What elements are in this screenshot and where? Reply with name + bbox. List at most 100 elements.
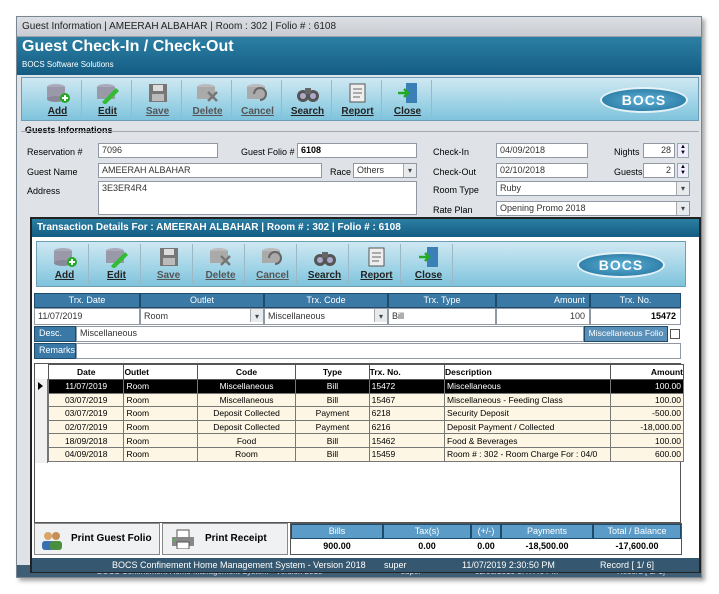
rate-plan-select[interactable]: Opening Promo 2018 xyxy=(496,201,690,216)
delete-button[interactable]: Delete xyxy=(184,80,232,120)
guest-name-label: Guest Name xyxy=(27,167,78,177)
cell-date: 04/09/2018 xyxy=(47,446,125,462)
table-row[interactable]: 04/09/2018 Room Room Bill 15459 Room # :… xyxy=(47,446,685,462)
checkin-field[interactable]: 04/09/2018 xyxy=(496,143,588,158)
trx-edit-button[interactable]: Edit xyxy=(93,244,141,284)
guests-spinner[interactable]: ▲ ▼ xyxy=(677,163,689,178)
trx-delete-label: Delete xyxy=(205,270,236,281)
trx-close-button[interactable]: Close xyxy=(405,244,453,284)
guests-info-title: Guests Informations xyxy=(25,125,113,135)
remarks-field[interactable] xyxy=(76,343,681,359)
trx-add-button[interactable]: Add xyxy=(41,244,89,284)
nights-spinner[interactable]: ▲ ▼ xyxy=(677,143,689,158)
binoculars-icon xyxy=(296,82,320,104)
cell-date: 11/07/2019 xyxy=(47,379,125,394)
trx-no-field[interactable]: 15472 xyxy=(590,308,681,325)
bocs-logo: BOCS xyxy=(577,252,665,278)
status-record: Record [ 1/ 6] xyxy=(600,560,655,570)
grid-col-description[interactable]: Description xyxy=(444,364,611,380)
trx-date-header: Trx. Date xyxy=(34,293,140,308)
table-row[interactable]: 03/07/2019 Room Deposit Collected Paymen… xyxy=(47,406,685,421)
cell-outlet: Room xyxy=(123,446,198,462)
cell-description: Security Deposit xyxy=(444,406,611,421)
tax-header: Tax(s) xyxy=(383,524,471,539)
grid-col-outlet[interactable]: Outlet xyxy=(123,364,198,380)
transaction-dialog-title: Transaction Details For : AMEERAH ALBAHA… xyxy=(32,219,699,237)
cell-code: Miscellaneous xyxy=(196,392,297,408)
guests-count-label: Guests xyxy=(614,167,643,177)
grid-col-trxno[interactable]: Trx. No. xyxy=(368,364,446,380)
table-row[interactable]: 02/07/2019 Room Deposit Collected Paymen… xyxy=(47,419,685,435)
print-receipt-button[interactable]: Print Receipt xyxy=(162,523,288,555)
save-floppy-icon xyxy=(146,82,170,104)
guest-name-field[interactable]: AMEERAH ALBAHAR xyxy=(98,163,322,178)
grid-col-type[interactable]: Type xyxy=(295,364,370,380)
edit-button[interactable]: Edit xyxy=(84,80,132,120)
cell-outlet: Room xyxy=(123,392,198,408)
transaction-grid: Date Outlet Code Type Trx. No. Descripti… xyxy=(47,364,685,462)
trx-cancel-button[interactable]: Cancel xyxy=(249,244,297,284)
nights-field[interactable]: 28 xyxy=(643,143,675,158)
trx-form-header: Trx. Date Outlet Trx. Code Trx. Type Amo… xyxy=(34,293,681,308)
remarks-label: Remarks xyxy=(34,343,76,359)
address-field[interactable]: 3E3ER4R4 xyxy=(98,181,417,215)
trx-date-field[interactable]: 11/07/2019 xyxy=(34,308,140,325)
grid-col-code[interactable]: Code xyxy=(196,364,297,380)
rate-plan-label: Rate Plan xyxy=(433,205,473,215)
trx-save-button[interactable]: Save xyxy=(145,244,193,284)
cell-amount: -500.00 xyxy=(609,406,685,421)
race-select[interactable]: Others xyxy=(353,163,417,178)
print-guest-folio-button[interactable]: Print Guest Folio xyxy=(34,523,160,555)
table-row[interactable]: 03/07/2019 Room Miscellaneous Bill 15467… xyxy=(47,392,685,408)
payments-value: -18,500.00 xyxy=(525,541,569,551)
cell-code: Deposit Collected xyxy=(196,406,297,421)
dialog-status-bar: BOCS Confinement Home Management System … xyxy=(32,558,699,572)
save-button[interactable]: Save xyxy=(134,80,182,120)
guest-checkin-window: Guest Information | AMEERAH ALBAHAR | Ro… xyxy=(16,16,702,578)
cell-description: Food & Beverages xyxy=(444,433,611,448)
save-floppy-icon xyxy=(157,246,181,268)
search-button[interactable]: Search xyxy=(284,80,332,120)
delete-x-icon xyxy=(196,82,220,104)
cancel-button[interactable]: Cancel xyxy=(234,80,282,120)
cell-trxno: 15472 xyxy=(368,379,446,394)
trx-search-button[interactable]: Search xyxy=(301,244,349,284)
delete-button-label: Delete xyxy=(192,106,223,117)
table-row[interactable]: 11/07/2019 Room Miscellaneous Bill 15472… xyxy=(47,379,685,394)
reservation-field[interactable]: 7096 xyxy=(98,143,218,158)
exit-door-icon xyxy=(417,246,441,268)
page-subtitle: BOCS Software Solutions xyxy=(22,60,114,69)
amount-field[interactable]: 100 xyxy=(496,308,590,325)
trx-code-header: Trx. Code xyxy=(264,293,388,308)
room-type-select[interactable]: Ruby xyxy=(496,181,690,196)
bocs-logo: BOCS xyxy=(600,87,688,113)
printer-icon xyxy=(171,529,195,550)
close-button[interactable]: Close xyxy=(384,80,432,120)
binoculars-icon xyxy=(313,246,337,268)
trx-delete-button[interactable]: Delete xyxy=(197,244,245,284)
report-button[interactable]: Report xyxy=(334,80,382,120)
add-button[interactable]: Add xyxy=(34,80,82,120)
desc-field[interactable]: Miscellaneous xyxy=(76,326,584,342)
cell-outlet: Room xyxy=(123,379,198,394)
misc-folio-checkbox[interactable] xyxy=(670,329,680,339)
guest-folio-field[interactable]: 6108 xyxy=(297,143,417,158)
outlet-header: Outlet xyxy=(140,293,264,308)
table-row[interactable]: 18/09/2018 Room Food Bill 15462 Food & B… xyxy=(47,433,685,448)
grid-col-amount[interactable]: Amount xyxy=(609,364,685,380)
trx-code-select[interactable]: Miscellaneous xyxy=(264,308,388,325)
cell-date: 18/09/2018 xyxy=(47,433,125,448)
status-user: super xyxy=(384,560,407,570)
guests-count-field[interactable]: 2 xyxy=(643,163,675,178)
status-datetime: 11/07/2019 2:30:50 PM xyxy=(462,560,555,570)
cell-type: Bill xyxy=(295,446,370,462)
outlet-select[interactable]: Room xyxy=(140,308,264,325)
cell-description: Miscellaneous - Feeding Class xyxy=(444,392,611,408)
amount-header: Amount xyxy=(496,293,590,308)
cancel-undo-icon xyxy=(261,246,285,268)
trx-type-field[interactable]: Bill xyxy=(388,308,496,325)
grid-col-date[interactable]: Date xyxy=(47,364,125,380)
checkout-field[interactable]: 02/10/2018 xyxy=(496,163,588,178)
trx-report-button[interactable]: Report xyxy=(353,244,401,284)
cancel-button-label: Cancel xyxy=(241,106,274,117)
